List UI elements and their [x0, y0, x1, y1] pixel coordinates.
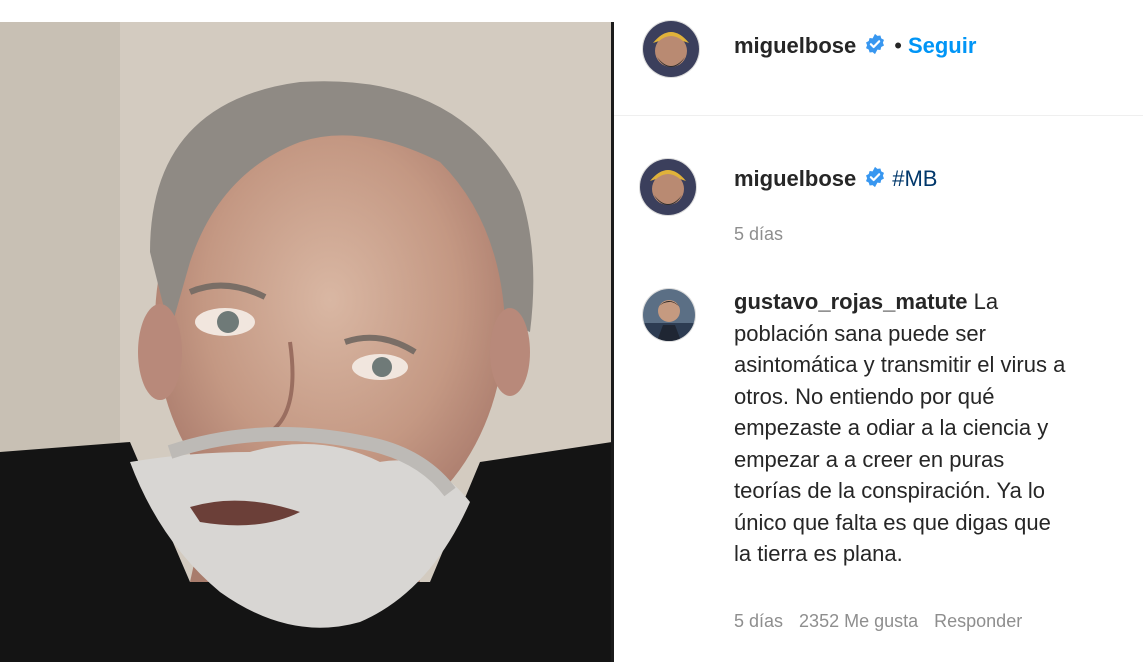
comment-line: la tierra es plana.: [734, 541, 903, 566]
comment-line: empezaste a odiar a la ciencia y: [734, 415, 1049, 440]
comment-body: gustavo_rojas_matute La población sana p…: [734, 286, 1134, 570]
comment-line: empezar a a creer en puras: [734, 446, 1005, 472]
follow-button[interactable]: Seguir: [908, 33, 976, 58]
verified-badge-icon: [864, 33, 886, 60]
avatar-image: [643, 289, 695, 341]
post-photo[interactable]: [0, 22, 612, 662]
comment-avatar[interactable]: [642, 288, 696, 342]
verified-badge-icon: [864, 166, 886, 193]
header-username[interactable]: miguelbose: [734, 33, 856, 58]
comment-line: otros. No entiendo por qué: [734, 383, 995, 409]
comment-line: gustavo_rojas_matute La: [734, 286, 1134, 318]
comment-line: único que falta es que digas que: [734, 509, 1051, 535]
caption-avatar[interactable]: [639, 158, 697, 216]
caption-username[interactable]: miguelbose: [734, 166, 856, 191]
comment-actions: 5 días 2352 Me gusta Responder: [734, 611, 1038, 632]
caption-hashtag[interactable]: #MB: [892, 166, 937, 191]
header-separator: •: [894, 33, 902, 58]
comment-time[interactable]: 5 días: [734, 611, 783, 631]
comment-line: teorías de la conspiración. Ya lo: [734, 478, 1046, 503]
avatar-image: [643, 21, 699, 77]
post-photo-portrait: [0, 22, 612, 662]
avatar-image: [640, 159, 696, 215]
comment-text: La: [967, 289, 999, 314]
reply-button[interactable]: Responder: [934, 611, 1022, 631]
caption: miguelbose #MB: [734, 166, 938, 193]
comment-likes[interactable]: 2352 Me gusta: [799, 611, 918, 631]
post-details-panel: miguelbose • Seguir miguelbose #MB 5 días g…: [614, 0, 1143, 662]
caption-time[interactable]: 5 días: [734, 224, 783, 245]
comment-line: población sana puede ser: [734, 320, 986, 346]
header-avatar[interactable]: [642, 20, 700, 78]
comment-username[interactable]: gustavo_rojas_matute: [734, 289, 968, 314]
top-margin: [0, 0, 612, 22]
comment-line: asintomática y transmitir el virus a: [734, 352, 1066, 377]
post-header: miguelbose • Seguir: [734, 33, 976, 60]
header-divider: [614, 115, 1143, 116]
